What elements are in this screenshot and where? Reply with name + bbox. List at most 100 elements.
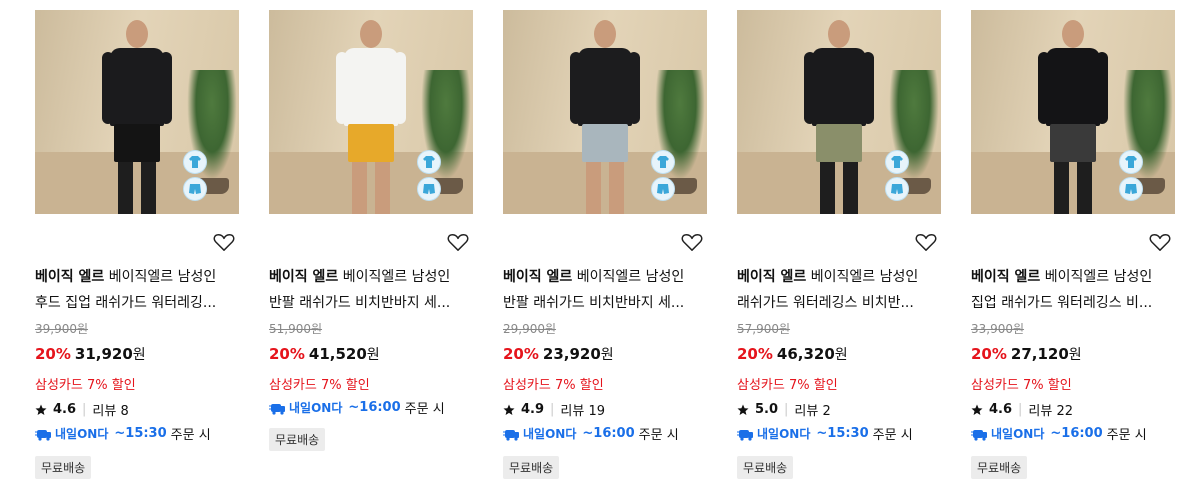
- star-icon: [503, 404, 515, 415]
- discount-rate: 20%: [35, 345, 71, 363]
- delivery-info: 내일ON다 ~15:30 주문 시: [737, 424, 913, 443]
- sale-price: 20% 31,920원: [35, 345, 146, 363]
- card-discount: 삼성카드 7% 할인: [35, 378, 136, 393]
- heart-outline-icon[interactable]: [213, 232, 237, 254]
- delivery-time: ~16:00: [582, 426, 635, 441]
- card-discount: 삼성카드 7% 할인: [503, 378, 604, 393]
- free-shipping-badge: 무료배송: [737, 456, 794, 479]
- sale-price: 20% 46,320원: [737, 345, 848, 363]
- product-title[interactable]: 베이직 엘르 베이직엘르 남성인 반팔 래쉬가드 비치반바지 세...: [503, 264, 713, 316]
- original-price: 29,900원: [503, 322, 557, 336]
- model-figure: [1038, 20, 1108, 214]
- brand-name: 베이직 엘르: [971, 269, 1041, 285]
- product-image[interactable]: [269, 10, 473, 214]
- star-icon: [971, 404, 983, 415]
- rashguard-top-icon: [183, 150, 207, 174]
- delivery-truck-icon: [503, 429, 519, 441]
- swim-shorts-icon: [183, 177, 207, 201]
- sale-price: 20% 23,920원: [503, 345, 614, 363]
- delivery-time: ~16:00: [1050, 426, 1103, 441]
- discount-rate: 20%: [737, 345, 773, 363]
- original-price: 51,900원: [269, 322, 323, 336]
- product-image[interactable]: [503, 10, 707, 214]
- rating-value: 4.6: [53, 402, 77, 417]
- delivery-info: 내일ON다 ~16:00 주문 시: [269, 398, 445, 417]
- review-count[interactable]: 리뷰 2: [794, 400, 830, 419]
- brand-name: 베이직 엘르: [737, 269, 807, 285]
- delivery-truck-icon: [971, 429, 987, 441]
- delivery-tag: 내일ON다: [523, 427, 577, 441]
- product-card[interactable]: 베이직 엘르 베이직엘르 남성인 반팔 래쉬가드 비치반바지 세... 51,9…: [269, 10, 473, 451]
- rating-value: 5.0: [755, 402, 779, 417]
- heart-outline-icon[interactable]: [1149, 232, 1173, 254]
- price-value: 41,520: [308, 345, 367, 363]
- delivery-truck-icon: [35, 429, 51, 441]
- rashguard-top-icon: [1119, 150, 1143, 174]
- delivery-tag: 내일ON다: [289, 401, 343, 415]
- discount-rate: 20%: [503, 345, 539, 363]
- model-figure: [102, 20, 172, 214]
- card-discount: 삼성카드 7% 할인: [971, 378, 1072, 393]
- swim-shorts-icon: [651, 177, 675, 201]
- discount-rate: 20%: [971, 345, 1007, 363]
- product-card[interactable]: 베이직 엘르 베이직엘르 남성인 집업 래쉬가드 워터레깅스 비... 33,9…: [971, 10, 1175, 479]
- rating-row: 4.9 | 리뷰 19: [503, 400, 605, 419]
- review-count[interactable]: 리뷰 19: [560, 400, 605, 419]
- product-image[interactable]: [737, 10, 941, 214]
- original-price: 33,900원: [971, 322, 1025, 336]
- model-figure: [570, 20, 640, 214]
- rating-value: 4.9: [521, 402, 545, 417]
- price-value: 23,920: [542, 345, 601, 363]
- delivery-tag: 내일ON다: [55, 427, 109, 441]
- free-shipping-badge: 무료배송: [971, 456, 1028, 479]
- rating-row: 5.0 | 리뷰 2: [737, 400, 831, 419]
- product-card[interactable]: 베이직 엘르 베이직엘르 남성인 반팔 래쉬가드 비치반바지 세... 29,9…: [503, 10, 707, 479]
- brand-name: 베이직 엘르: [35, 269, 105, 285]
- free-shipping-badge: 무료배송: [35, 456, 92, 479]
- swim-shorts-icon: [417, 177, 441, 201]
- product-title[interactable]: 베이직 엘르 베이직엘르 남성인 반팔 래쉬가드 비치반바지 세...: [269, 264, 479, 316]
- price-value: 31,920: [74, 345, 133, 363]
- swim-shorts-icon: [885, 177, 909, 201]
- product-title[interactable]: 베이직 엘르 베이직엘르 남성인 후드 집업 래쉬가드 워터레깅...: [35, 264, 245, 316]
- brand-name: 베이직 엘르: [503, 269, 573, 285]
- rashguard-top-icon: [651, 150, 675, 174]
- review-count[interactable]: 리뷰 22: [1028, 400, 1073, 419]
- product-image[interactable]: [35, 10, 239, 214]
- rashguard-top-icon: [885, 150, 909, 174]
- free-shipping-badge: 무료배송: [503, 456, 560, 479]
- model-figure: [336, 20, 406, 214]
- brand-name: 베이직 엘르: [269, 269, 339, 285]
- delivery-time: ~15:30: [816, 426, 869, 441]
- rating-row: 4.6 | 리뷰 8: [35, 400, 129, 419]
- product-card[interactable]: 베이직 엘르 베이직엘르 남성인 래쉬가드 워터레깅스 비치반... 57,90…: [737, 10, 941, 479]
- delivery-info: 내일ON다 ~15:30 주문 시: [35, 424, 211, 443]
- delivery-time: ~16:00: [348, 400, 401, 415]
- heart-outline-icon[interactable]: [681, 232, 705, 254]
- delivery-info: 내일ON다 ~16:00 주문 시: [971, 424, 1147, 443]
- sale-price: 20% 41,520원: [269, 345, 380, 363]
- product-title[interactable]: 베이직 엘르 베이직엘르 남성인 집업 래쉬가드 워터레깅스 비...: [971, 264, 1181, 316]
- rashguard-top-icon: [417, 150, 441, 174]
- rating-value: 4.6: [989, 402, 1013, 417]
- heart-outline-icon[interactable]: [915, 232, 939, 254]
- heart-outline-icon[interactable]: [447, 232, 471, 254]
- delivery-info: 내일ON다 ~16:00 주문 시: [503, 424, 679, 443]
- original-price: 57,900원: [737, 322, 791, 336]
- delivery-truck-icon: [269, 403, 285, 415]
- delivery-tag: 내일ON다: [991, 427, 1045, 441]
- price-value: 27,120: [1010, 345, 1069, 363]
- sale-price: 20% 27,120원: [971, 345, 1082, 363]
- product-card[interactable]: 베이직 엘르 베이직엘르 남성인 후드 집업 래쉬가드 워터레깅... 39,9…: [35, 10, 239, 479]
- delivery-truck-icon: [737, 429, 753, 441]
- delivery-tag: 내일ON다: [757, 427, 811, 441]
- free-shipping-badge: 무료배송: [269, 428, 326, 451]
- card-discount: 삼성카드 7% 할인: [737, 378, 838, 393]
- product-title[interactable]: 베이직 엘르 베이직엘르 남성인 래쉬가드 워터레깅스 비치반...: [737, 264, 947, 316]
- card-discount: 삼성카드 7% 할인: [269, 378, 370, 393]
- price-value: 46,320: [776, 345, 835, 363]
- product-image[interactable]: [971, 10, 1175, 214]
- original-price: 39,900원: [35, 322, 89, 336]
- review-count[interactable]: 리뷰 8: [92, 400, 128, 419]
- discount-rate: 20%: [269, 345, 305, 363]
